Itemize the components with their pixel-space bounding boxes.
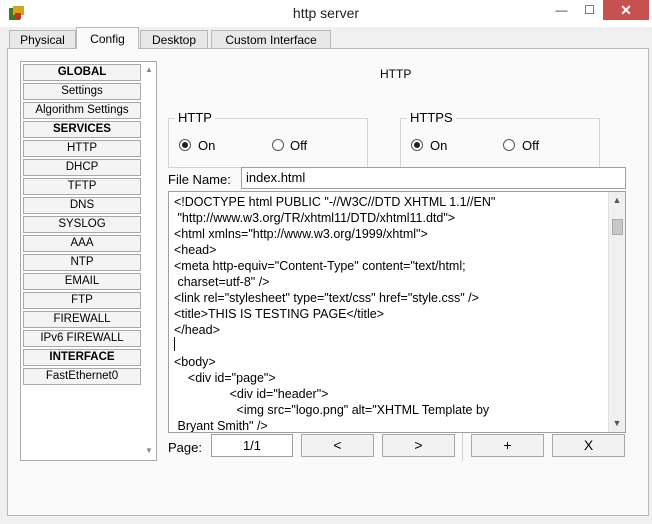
file-name-label: File Name: <box>168 172 231 187</box>
sidebar-header-services: SERVICES <box>23 121 141 138</box>
http-off-radio[interactable] <box>272 139 284 151</box>
sidebar-item-algorithm-settings[interactable]: Algorithm Settings <box>23 102 141 119</box>
button-divider <box>462 433 463 461</box>
config-sidebar: GLOBAL Settings Algorithm Settings SERVI… <box>20 61 157 461</box>
file-name-input[interactable]: index.html <box>241 167 626 189</box>
sidebar-item-settings[interactable]: Settings <box>23 83 141 100</box>
sidebar-header-interface: INTERFACE <box>23 349 141 366</box>
title-bar: http server — ☐ ✕ <box>0 0 652 27</box>
tab-config[interactable]: Config <box>76 27 139 49</box>
delete-page-button[interactable]: X <box>552 434 625 457</box>
close-button[interactable]: ✕ <box>603 0 649 20</box>
sidebar-item-aaa[interactable]: AAA <box>23 235 141 252</box>
sidebar-item-dhcp[interactable]: DHCP <box>23 159 141 176</box>
minimize-button[interactable]: — <box>547 0 576 20</box>
code-editor[interactable]: <!DOCTYPE html PUBLIC "-//W3C//DTD XHTML… <box>168 191 626 433</box>
http-group-label: HTTP <box>175 110 215 125</box>
page-label: Page: <box>168 440 202 455</box>
sidebar-item-ntp[interactable]: NTP <box>23 254 141 271</box>
tab-desktop[interactable]: Desktop <box>140 30 208 48</box>
scroll-up-icon[interactable]: ▲ <box>144 65 154 77</box>
code-content[interactable]: <!DOCTYPE html PUBLIC "-//W3C//DTD XHTML… <box>174 194 604 432</box>
maximize-button[interactable]: ☐ <box>575 0 604 20</box>
sidebar-item-ipv6-firewall[interactable]: IPv6 FIREWALL <box>23 330 141 347</box>
sidebar-item-tftp[interactable]: TFTP <box>23 178 141 195</box>
sidebar-item-email[interactable]: EMAIL <box>23 273 141 290</box>
http-on-radio[interactable] <box>179 139 191 151</box>
sidebar-item-ftp[interactable]: FTP <box>23 292 141 309</box>
tab-bar: Physical Config Desktop Custom Interface <box>0 27 652 49</box>
text-caret <box>174 337 175 351</box>
page-input[interactable]: 1/1 <box>211 434 293 457</box>
sidebar-scrollbar[interactable]: ▲ ▼ <box>142 62 156 460</box>
sidebar-item-fastethernet0[interactable]: FastEthernet0 <box>23 368 141 385</box>
https-on-radio[interactable] <box>411 139 423 151</box>
section-title: HTTP <box>380 67 412 81</box>
scroll-down-icon[interactable]: ▼ <box>611 418 623 428</box>
http-on-label: On <box>198 138 216 153</box>
add-page-button[interactable]: + <box>471 434 544 457</box>
sidebar-item-syslog[interactable]: SYSLOG <box>23 216 141 233</box>
https-group-label: HTTPS <box>407 110 456 125</box>
tab-physical[interactable]: Physical <box>9 30 76 48</box>
sidebar-header-global: GLOBAL <box>23 64 141 81</box>
https-on-label: On <box>430 138 448 153</box>
scroll-up-icon[interactable]: ▲ <box>611 195 623 205</box>
editor-scrollbar[interactable]: ▲ ▼ <box>608 192 625 432</box>
https-off-radio[interactable] <box>503 139 515 151</box>
sidebar-item-http[interactable]: HTTP <box>23 140 141 157</box>
https-off-label: Off <box>522 138 540 153</box>
prev-page-button[interactable]: < <box>301 434 374 457</box>
sidebar-item-dns[interactable]: DNS <box>23 197 141 214</box>
tab-custom-interface[interactable]: Custom Interface <box>211 30 331 48</box>
scroll-down-icon[interactable]: ▼ <box>144 446 154 458</box>
http-off-label: Off <box>290 138 308 153</box>
sidebar-item-firewall[interactable]: FIREWALL <box>23 311 141 328</box>
next-page-button[interactable]: > <box>382 434 455 457</box>
scroll-thumb[interactable] <box>612 219 623 235</box>
